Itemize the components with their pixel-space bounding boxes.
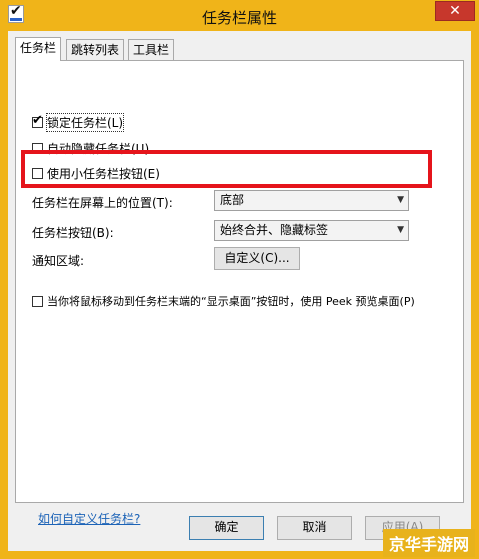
taskbar-buttons-select[interactable]: 始终合并、隐藏标签 ▼	[214, 220, 409, 241]
lock-taskbar-checkbox[interactable]: ✔	[32, 113, 43, 128]
help-link[interactable]: 如何自定义任务栏?	[38, 510, 140, 527]
tab-toolbars[interactable]: 工具栏	[128, 39, 175, 61]
small-buttons-label: 使用小任务栏按钮(E)	[47, 167, 160, 181]
position-label: 任务栏在屏幕上的位置(T):	[32, 196, 173, 210]
customize-button[interactable]: 自定义(C)...	[214, 247, 300, 270]
peek-label: 当你将鼠标移动到任务栏末端的“显示桌面”按钮时，使用 Peek 预览桌面(P)	[47, 295, 415, 308]
tab-jump-lists[interactable]: 跳转列表	[66, 39, 125, 61]
autohide-row[interactable]: 自动隐藏任务栏(U)	[32, 140, 149, 157]
lock-taskbar-label: 锁定任务栏(L)	[45, 113, 125, 132]
watermark-logo: 京华手游网	[382, 529, 475, 557]
autohide-checkbox[interactable]	[32, 143, 43, 154]
checkmark-icon: ✔	[32, 113, 43, 128]
dialog-window: ✔ 任务栏属性 ✕ 任务栏 跳转列表 工具栏 ✔ 锁定任务栏(L) 自动隐藏任务…	[0, 0, 479, 559]
lock-taskbar-row[interactable]: ✔ 锁定任务栏(L)	[32, 113, 125, 132]
ok-button[interactable]: 确定	[189, 516, 264, 540]
cancel-button[interactable]: 取消	[277, 516, 352, 540]
tab-panel: ✔ 锁定任务栏(L) 自动隐藏任务栏(U) 使用小任务栏按钮(E) 任务栏在屏幕…	[15, 60, 464, 526]
chevron-down-icon: ▼	[397, 195, 404, 205]
taskbar-buttons-value: 始终合并、隐藏标签	[220, 223, 329, 237]
tab-taskbar[interactable]: 任务栏	[15, 37, 62, 61]
position-select[interactable]: 底部 ▼	[214, 190, 409, 211]
position-value: 底部	[220, 193, 245, 207]
taskbar-buttons-label: 任务栏按钮(B):	[32, 226, 114, 240]
peek-checkbox[interactable]	[32, 295, 43, 307]
close-button[interactable]: ✕	[435, 1, 475, 21]
window-title: 任务栏属性	[201, 9, 277, 27]
autohide-label: 自动隐藏任务栏(U)	[47, 142, 150, 156]
small-buttons-row[interactable]: 使用小任务栏按钮(E)	[32, 165, 160, 182]
chevron-down-icon: ▼	[397, 225, 404, 235]
notification-label: 通知区域:	[32, 254, 85, 268]
small-buttons-checkbox[interactable]	[32, 168, 43, 179]
title-bar[interactable]: ✔ 任务栏属性 ✕	[0, 0, 479, 34]
dialog-client: 任务栏 跳转列表 工具栏 ✔ 锁定任务栏(L) 自动隐藏任务栏(U) 使用小任务…	[8, 31, 471, 551]
peek-row[interactable]: 当你将鼠标移动到任务栏末端的“显示桌面”按钮时，使用 Peek 预览桌面(P)	[32, 293, 415, 309]
